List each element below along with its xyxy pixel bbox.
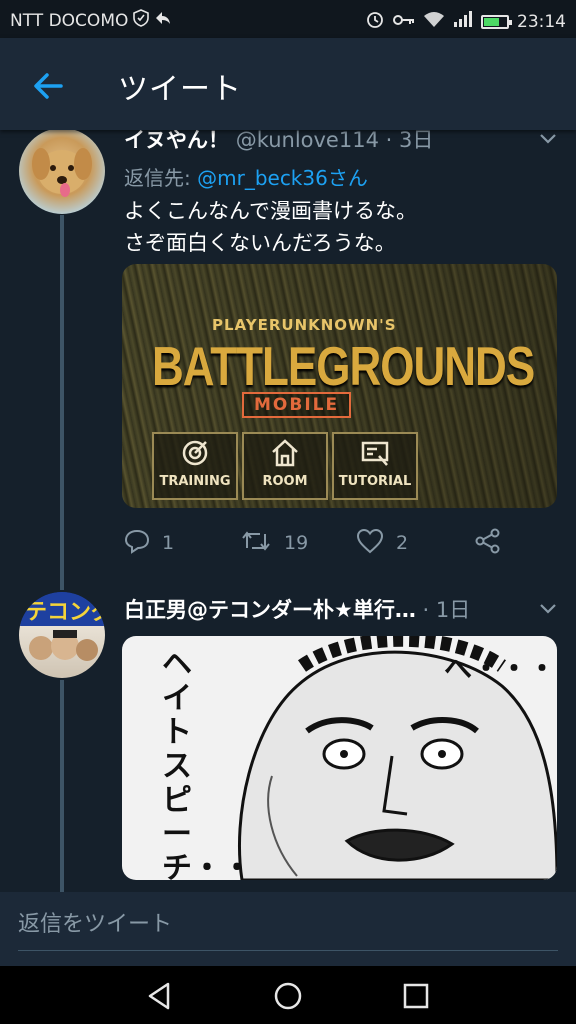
nav-back-icon[interactable]	[144, 980, 176, 1012]
key-icon	[393, 12, 415, 32]
retweet-icon	[240, 528, 272, 559]
clock-label: 23:14	[517, 11, 566, 32]
tweet-media-image[interactable]: PLAYERUNKNOWN'S BATTLEGROUNDS MOBILE TRA…	[122, 264, 557, 508]
battery-icon	[481, 14, 512, 29]
chevron-down-icon[interactable]	[538, 598, 558, 623]
arrow-left-icon[interactable]	[28, 66, 68, 106]
share-button[interactable]	[474, 526, 502, 560]
page-title: ツイート	[118, 72, 242, 107]
tweet-time: · 3日	[378, 128, 434, 152]
manga-dots-text: へ・・・	[444, 652, 557, 685]
replying-to: 返信先: @mr_beck36さん	[124, 162, 368, 191]
author-name[interactable]: 白正男@テコンダー朴★単行…	[124, 598, 416, 622]
carrier-label: NTT DOCOMO	[10, 10, 129, 31]
chevron-down-icon[interactable]	[538, 128, 558, 153]
avatar[interactable]: テコンダ	[19, 592, 105, 678]
reply-bar: 返信をツイート	[0, 892, 576, 966]
tweet-actions: 1 19 2	[124, 526, 544, 560]
reply-notify-icon	[154, 9, 172, 32]
author-handle[interactable]: @kunlove114	[236, 128, 379, 152]
wifi-icon	[423, 10, 445, 33]
like-count: 2	[396, 532, 409, 554]
nav-recents-icon[interactable]	[400, 980, 432, 1012]
media-badge: MOBILE	[242, 392, 352, 418]
retweet-count: 19	[284, 532, 309, 554]
tile-label: TRAINING	[159, 474, 231, 489]
tile-label: TUTORIAL	[338, 474, 412, 489]
tweet-text: よくこんなんで漫画書けるな。 さぞ面白くないんだろうな。	[124, 195, 554, 259]
shield-icon	[132, 9, 150, 32]
tutorial-tile: TUTORIAL	[332, 432, 418, 500]
tweet-header: 白正男@テコンダー朴★単行… · 1日	[124, 594, 470, 624]
screen-icon	[334, 438, 416, 470]
reply-icon	[124, 528, 150, 559]
status-bar: NTT DOCOMO 23:14	[0, 0, 576, 38]
app-bar: ツイート	[0, 38, 576, 130]
reply-count: 1	[162, 532, 175, 554]
system-nav-bar	[0, 966, 576, 1024]
room-tile: ROOM	[242, 432, 328, 500]
signal-icon	[453, 10, 473, 33]
tweet-time: · 1日	[415, 598, 471, 622]
retweet-button[interactable]: 19	[240, 526, 308, 560]
training-tile: TRAINING	[152, 432, 238, 500]
media-title: BATTLEGROUNDS	[152, 336, 535, 398]
mention-link[interactable]: @mr_beck36さん	[197, 166, 368, 190]
alarm-icon	[365, 9, 385, 34]
house-icon	[244, 438, 326, 470]
like-button[interactable]: 2	[356, 526, 408, 560]
svg-text:テコンダ: テコンダ	[25, 599, 105, 625]
avatar[interactable]	[19, 128, 105, 214]
media-subtitle: PLAYERUNKNOWN'S	[212, 316, 397, 334]
tweet-media-image[interactable]: ヘイトスピーチ・・ へ・・・	[122, 636, 557, 880]
target-icon	[154, 438, 236, 470]
thread-line	[60, 215, 64, 590]
tweet-text-line: よくこんなんで漫画書けるな。	[124, 199, 417, 223]
nav-home-icon[interactable]	[272, 980, 304, 1012]
manga-vertical-text: ヘイトスピーチ・・	[162, 647, 252, 881]
author-name[interactable]: イヌやん！	[124, 128, 229, 152]
share-icon	[474, 527, 502, 560]
thread-line	[60, 680, 64, 892]
tile-label: ROOM	[262, 474, 308, 489]
heart-icon	[356, 528, 384, 559]
reply-button[interactable]: 1	[124, 526, 174, 560]
reply-input[interactable]: 返信をツイート	[18, 906, 558, 951]
replying-label: 返信先:	[124, 166, 198, 190]
tweet-text-line: さぞ面白くないんだろうな。	[124, 231, 396, 255]
